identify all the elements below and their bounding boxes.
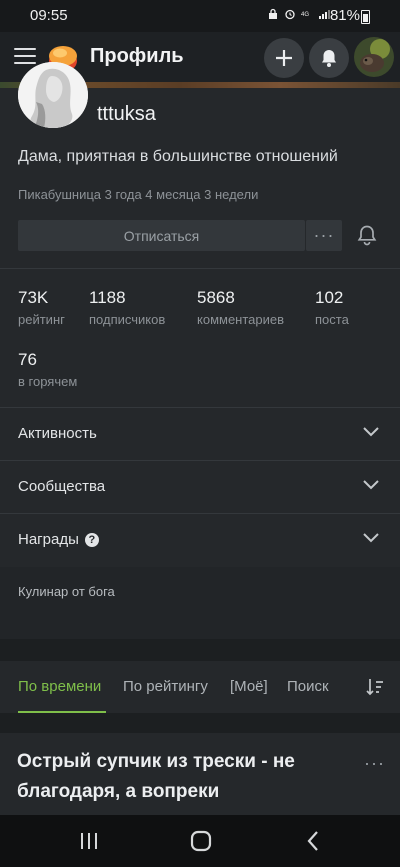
section-awards[interactable]: Награды ? [0, 514, 400, 566]
stat-label: рейтинг [18, 312, 65, 327]
tab-mine[interactable]: [Моё] [230, 678, 268, 695]
menu-line [14, 62, 36, 64]
avatar [354, 37, 394, 77]
notifications-button[interactable] [309, 38, 349, 78]
signal-icon [319, 10, 330, 19]
menu-button[interactable] [14, 48, 36, 66]
stat-subscribers[interactable]: 1188 подписчиков [89, 288, 165, 327]
add-post-button[interactable] [264, 38, 304, 78]
alarm-icon [285, 9, 295, 20]
page-title: Профиль [90, 45, 184, 67]
section-title: Награды [18, 531, 79, 548]
bell-icon [322, 50, 336, 67]
section-communities[interactable]: Сообщества [0, 461, 400, 513]
stat-label: подписчиков [89, 312, 166, 327]
recent-apps-icon[interactable] [77, 829, 101, 853]
profile-photo [18, 62, 88, 128]
battery-icon [361, 10, 370, 24]
post-title[interactable]: Острый супчик из трески - не благодаря, … [17, 747, 337, 807]
stat-label: комментариев [197, 312, 285, 327]
profile-info: Кулинар от бога [0, 567, 400, 639]
more-options-button[interactable]: ··· [306, 220, 342, 251]
chevron-down-icon [363, 480, 379, 490]
profile-member-since: Пикабушница 3 года 4 месяца 3 недели [18, 187, 259, 202]
notify-bell-icon[interactable] [356, 224, 378, 246]
tab-by-time[interactable]: По времени [18, 678, 101, 695]
post-more-button[interactable]: ··· [364, 753, 385, 774]
post-sort-tabs: По времени По рейтингу [Моё] Поиск [0, 661, 400, 713]
section-label: Активность [18, 425, 97, 442]
stat-value: 102 [315, 288, 344, 307]
stat-value: 76 [18, 350, 37, 369]
battery-percent: 81% [329, 7, 360, 24]
sort-icon[interactable] [366, 677, 384, 697]
plus-icon [276, 50, 292, 66]
tab-by-rating[interactable]: По рейтингу [123, 678, 208, 695]
profile-info-text: Кулинар от бога [18, 584, 115, 599]
divider [0, 268, 400, 269]
section-label: Сообщества [18, 478, 105, 495]
chevron-down-icon [363, 533, 379, 543]
help-icon[interactable]: ? [84, 532, 99, 547]
home-icon[interactable] [189, 829, 213, 853]
stat-label: в горячем [18, 374, 78, 389]
menu-line [14, 55, 36, 57]
tab-search[interactable]: Поиск [287, 678, 329, 695]
stat-value: 5868 [197, 288, 235, 307]
svg-text:4G: 4G [301, 12, 309, 18]
menu-line [14, 48, 36, 50]
section-label: Награды ? [18, 531, 99, 548]
profile-avatar[interactable] [18, 62, 88, 128]
network-4g-icon: 4G [301, 12, 309, 18]
stat-rating[interactable]: 73K рейтинг [18, 288, 65, 327]
section-title: Сообщества [18, 478, 106, 495]
lock-icon [269, 8, 277, 19]
profile-bio: Дама, приятная в большинстве отношений [18, 148, 338, 165]
stat-posts[interactable]: 102 поста [315, 288, 349, 327]
system-nav-bar [0, 815, 400, 867]
stat-hot[interactable]: 76 в горячем [18, 350, 77, 389]
section-gap [0, 639, 400, 661]
section-gap [0, 713, 400, 733]
screen: 09:55 4G 81% Профиль tttuksa Дама, прият… [0, 0, 400, 867]
stat-value: 73K [18, 288, 49, 307]
stat-value: 1188 [89, 288, 126, 307]
profile-username: tttuksa [97, 103, 156, 125]
section-title: Активность [18, 425, 97, 442]
stat-comments[interactable]: 5868 комментариев [197, 288, 284, 327]
chevron-down-icon [363, 427, 379, 437]
status-icons: 4G [267, 8, 330, 20]
user-avatar-button[interactable] [354, 37, 394, 77]
status-bar: 09:55 4G 81% [0, 0, 400, 32]
section-activity[interactable]: Активность [0, 408, 400, 460]
stat-label: поста [315, 312, 349, 327]
back-icon[interactable] [302, 829, 326, 853]
post-card[interactable]: Острый супчик из трески - не благодаря, … [0, 733, 400, 815]
unsubscribe-button[interactable]: Отписаться [18, 220, 305, 251]
status-time: 09:55 [30, 7, 68, 24]
